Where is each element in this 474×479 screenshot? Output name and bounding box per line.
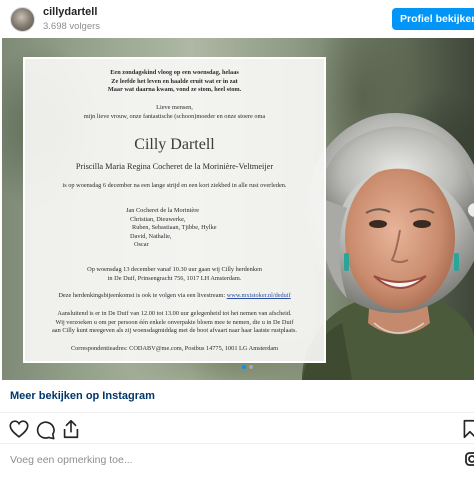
follower-count: 3.698 volgers — [43, 21, 101, 32]
correspondence-address: Correspondentieadres: CODABV@me.com, Pos… — [70, 345, 279, 352]
post-actions — [0, 418, 474, 442]
farewell-line-3: aan Cilly kunt meegeven als zij woensdag… — [52, 327, 297, 334]
heart-icon[interactable] — [8, 418, 30, 440]
view-more-on-instagram-link[interactable]: Meer bekijken op Instagram — [10, 390, 155, 402]
family-line-2: Christian, Dieuwerke, — [130, 215, 186, 223]
death-notice: is op woensdag 6 december na een lange s… — [62, 182, 287, 189]
livestream-text: Deze herdenkingsbijeenkomst is ook te vo… — [58, 292, 226, 299]
ceremony-line-2: in De Duif, Prinsengracht 756, 1017 LH A… — [107, 275, 242, 282]
comment-bubble-icon[interactable] — [34, 418, 56, 440]
family-line-1: Jan Cocheret de la Morinière — [126, 207, 200, 214]
livestream-line: Deze herdenkingsbijeenkomst is ook te vo… — [25, 292, 324, 300]
username-link[interactable]: cillydartell — [43, 6, 97, 18]
poem-line-3: Maar wat daarna kwam, vond ze stom, heel… — [107, 86, 242, 93]
share-icon[interactable] — [60, 418, 82, 440]
post-header: cillydartell 3.698 volgers Profiel bekij… — [0, 0, 474, 38]
family-line-5: Oscar — [134, 241, 149, 248]
divider — [0, 443, 474, 444]
deceased-full-name: Priscilla Maria Regina Cocheret de la Mo… — [75, 162, 274, 171]
divider — [0, 412, 474, 413]
intro-line-1: Lieve mensen, — [156, 104, 193, 111]
farewell-line-1: Aansluitend is er in De Duif van 12.00 t… — [57, 310, 292, 317]
carousel-dot-1 — [242, 365, 246, 369]
carousel-dot-2 — [249, 365, 253, 369]
poem-line-2: Ze leefde het leven en haalde eruit wat … — [111, 77, 238, 85]
ceremony-line-1: Op woensdag 13 december vanaf 10.30 uur … — [87, 266, 262, 273]
bookmark-icon[interactable] — [462, 418, 474, 440]
view-profile-button[interactable]: Profiel bekijken — [392, 8, 474, 30]
family-line-4: David, Nathalie, — [130, 232, 172, 240]
comment-input[interactable] — [10, 454, 450, 466]
family-line-3: Ruben, Sebastiaan, Tjibbe, Hylke — [132, 224, 217, 231]
avatar[interactable] — [10, 7, 35, 32]
obituary-card: Een zondagskind vloog op een woensdag, h… — [23, 57, 326, 363]
instagram-logo-icon[interactable] — [465, 451, 474, 467]
deceased-name: Cilly Dartell — [134, 136, 215, 153]
post-image[interactable]: Een zondagskind vloog op een woensdag, h… — [2, 38, 474, 380]
livestream-link[interactable]: www.mxtstoker.nl/deduif — [227, 292, 291, 299]
poem-line-1: Een zondagskind vloog op een woensdag, h… — [110, 69, 239, 76]
farewell-line-2: Wij verzoeken u om per persoon één enkel… — [55, 318, 294, 326]
intro-line-2: mijn lieve vrouw, onze fantastische (sch… — [83, 113, 266, 120]
